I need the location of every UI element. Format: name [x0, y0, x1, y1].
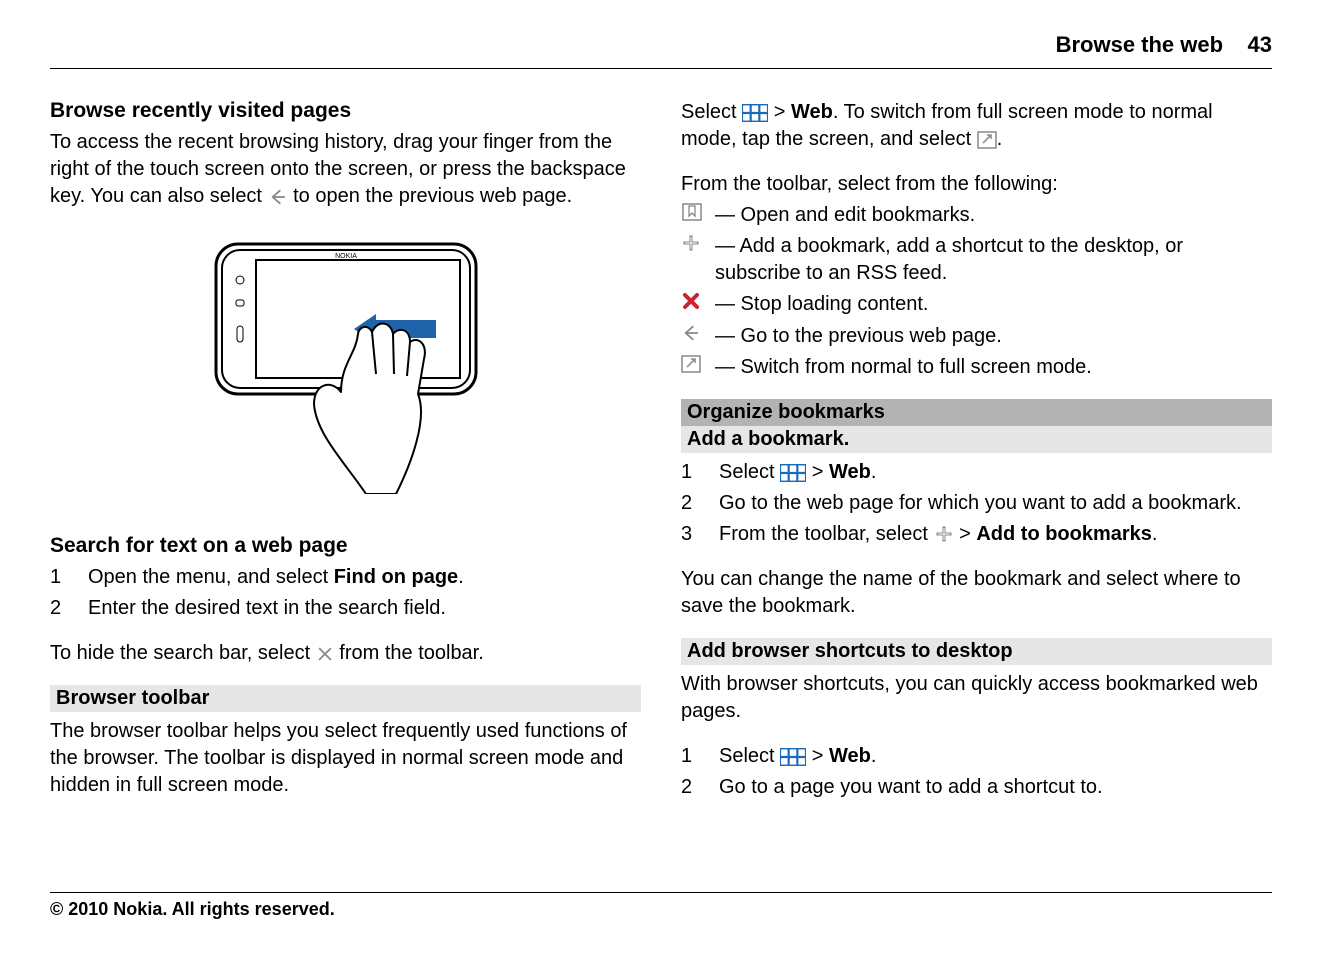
page-footer: © 2010 Nokia. All rights reserved. [50, 892, 1272, 920]
add-bookmark-steps: 1Select > Web. 2Go to the web page for w… [681, 459, 1272, 548]
search-steps-list: 1Open the menu, and select Find on page.… [50, 564, 641, 622]
back-arrow-icon [268, 188, 288, 206]
left-column: Browse recently visited pages To access … [50, 99, 641, 819]
header-page-number: 43 [1248, 32, 1272, 57]
list-item: — Switch from normal to full screen mode… [681, 354, 1272, 381]
shortcuts-steps: 1Select > Web. 2Go to a page you want to… [681, 743, 1272, 801]
section-shortcuts-heading: Add browser shortcuts to desktop [681, 638, 1272, 665]
close-icon [316, 645, 334, 663]
apps-grid-icon [780, 748, 806, 766]
header-title: Browse the web [1056, 32, 1223, 57]
fullscreen-icon [681, 355, 701, 373]
list-item: 1Select > Web. [681, 459, 1272, 486]
hide-search-bar-text: To hide the search bar, select from the … [50, 640, 641, 667]
svg-text:NOKIA: NOKIA [335, 253, 357, 260]
change-bookmark-name-text: You can change the name of the bookmark … [681, 566, 1272, 620]
page-header: Browse the web 43 [50, 0, 1272, 69]
section-search-title: Search for text on a web page [50, 534, 641, 558]
web-link: Web [791, 101, 833, 123]
list-item: — Go to the previous web page. [681, 323, 1272, 350]
stop-x-icon [681, 291, 701, 311]
list-item: 2Enter the desired text in the search fi… [50, 595, 641, 622]
swipe-gesture-illustration: NOKIA [50, 234, 641, 500]
plus-icon [934, 524, 954, 544]
section-organize-bookmarks-heading: Organize bookmarks [681, 399, 1272, 426]
section-browser-toolbar-body: The browser toolbar helps you select fre… [50, 718, 641, 799]
section-browser-toolbar-heading: Browser toolbar [50, 685, 641, 712]
list-item: 3From the toolbar, select > Add to bookm… [681, 521, 1272, 548]
list-item: — Open and edit bookmarks. [681, 202, 1272, 229]
select-web-intro: Select > Web. To switch from full screen… [681, 99, 1272, 153]
shortcuts-intro: With browser shortcuts, you can quickly … [681, 671, 1272, 725]
back-arrow-icon [681, 324, 701, 342]
list-item: 1Select > Web. [681, 743, 1272, 770]
list-item: — Stop loading content. [681, 291, 1272, 319]
list-item: 2Go to the web page for which you want t… [681, 490, 1272, 517]
section-add-bookmark-heading: Add a bookmark. [681, 426, 1272, 453]
section-browse-recent-title: Browse recently visited pages [50, 99, 641, 123]
list-item: — Add a bookmark, add a shortcut to the … [681, 233, 1272, 287]
plus-icon [681, 233, 701, 253]
toolbar-options-list: — Open and edit bookmarks. — Add a bookm… [681, 202, 1272, 381]
right-column: Select > Web. To switch from full screen… [681, 99, 1272, 819]
fullscreen-icon [977, 131, 997, 149]
apps-grid-icon [780, 464, 806, 482]
section-browse-recent-body: To access the recent browsing history, d… [50, 129, 641, 210]
list-item: 2Go to a page you want to add a shortcut… [681, 774, 1272, 801]
find-on-page-link: Find on page [334, 566, 458, 588]
bookmarks-icon [681, 203, 703, 221]
web-link: Web [829, 461, 871, 483]
apps-grid-icon [742, 104, 768, 122]
web-link: Web [829, 745, 871, 767]
add-to-bookmarks-link: Add to bookmarks [976, 523, 1152, 545]
toolbar-intro: From the toolbar, select from the follow… [681, 171, 1272, 198]
list-item: 1Open the menu, and select Find on page. [50, 564, 641, 591]
